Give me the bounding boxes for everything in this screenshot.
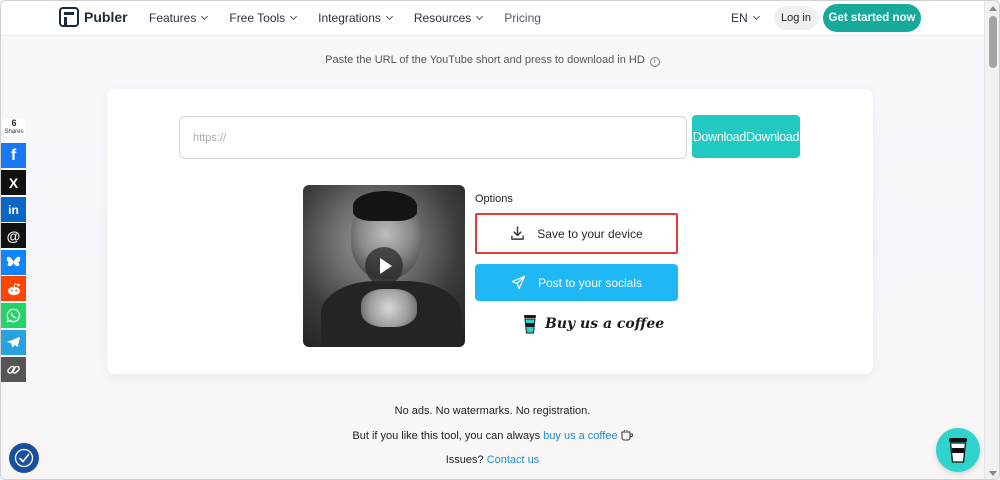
buy-coffee-link[interactable]: Buy us a coffee bbox=[523, 314, 664, 334]
whatsapp-icon bbox=[6, 308, 21, 323]
subtitle-text: Paste the URL of the YouTube short and p… bbox=[325, 54, 645, 66]
nav-pricing[interactable]: Pricing bbox=[504, 11, 541, 25]
chevron-down-icon bbox=[476, 12, 484, 21]
facebook-icon: f bbox=[10, 146, 17, 164]
save-to-device-button[interactable]: Save to your device bbox=[475, 213, 678, 254]
thumbnail-figure-hair bbox=[353, 191, 417, 221]
scroll-thumb[interactable] bbox=[989, 16, 997, 68]
nav-pricing-label: Pricing bbox=[504, 11, 541, 25]
x-icon: X bbox=[8, 174, 19, 191]
coffee-cup-icon bbox=[523, 314, 537, 334]
telegram-share-button[interactable] bbox=[1, 330, 26, 355]
top-navbar: Publer Features Free Tools Integrations … bbox=[1, 1, 984, 36]
thumbnail-figure-hands bbox=[361, 289, 417, 327]
buy-coffee-text-link[interactable]: buy us a coffee bbox=[543, 430, 617, 442]
url-input[interactable] bbox=[179, 116, 687, 159]
features-line: No ads. No watermarks. No registration. bbox=[394, 405, 591, 417]
chevron-down-icon bbox=[385, 12, 393, 21]
publer-logo[interactable]: Publer bbox=[59, 7, 128, 27]
whatsapp-share-button[interactable] bbox=[1, 303, 26, 328]
play-button[interactable] bbox=[365, 247, 403, 285]
share-counter: 6 Shares bbox=[3, 118, 25, 136]
nav-resources[interactable]: Resources bbox=[413, 11, 484, 25]
download-button[interactable]: DownloadDownload bbox=[692, 115, 800, 158]
post-to-socials-button[interactable]: Post to your socials bbox=[475, 264, 678, 301]
reddit-share-button[interactable] bbox=[1, 276, 26, 301]
nav-integrations[interactable]: Integrations bbox=[318, 11, 393, 25]
post-to-socials-label: Post to your socials bbox=[537, 275, 643, 290]
bluesky-share-button[interactable] bbox=[1, 250, 26, 275]
scroll-up-arrow-icon[interactable] bbox=[989, 6, 997, 11]
x-share-button[interactable]: X bbox=[1, 170, 26, 195]
link-icon bbox=[6, 362, 21, 377]
publer-logo-icon bbox=[59, 7, 79, 27]
main-nav: Features Free Tools Integrations Resourc… bbox=[149, 11, 563, 25]
support-line-text: But if you like this tool, you can alway… bbox=[352, 430, 541, 442]
get-started-button[interactable]: Get started now bbox=[823, 4, 921, 32]
buy-coffee-floating-button[interactable] bbox=[936, 428, 980, 472]
browser-page: Publer Features Free Tools Integrations … bbox=[0, 0, 1000, 480]
facebook-share-button[interactable]: f bbox=[1, 143, 26, 168]
buy-coffee-label: Buy us a coffee bbox=[545, 316, 665, 332]
nav-free-tools-label: Free Tools bbox=[229, 11, 286, 25]
nav-free-tools[interactable]: Free Tools bbox=[229, 11, 298, 25]
share-count: 6 bbox=[11, 118, 17, 128]
save-to-device-label: Save to your device bbox=[537, 226, 643, 241]
downloader-card: DownloadDownload Options Save to your de… bbox=[107, 89, 873, 374]
video-thumbnail[interactable] bbox=[303, 185, 465, 347]
accessibility-button[interactable] bbox=[9, 443, 39, 473]
login-button[interactable]: Log in bbox=[774, 6, 818, 30]
linkedin-icon: in bbox=[8, 202, 19, 217]
reddit-icon bbox=[6, 282, 22, 296]
issues-line: Issues? Contact us bbox=[1, 454, 984, 466]
nav-features-label: Features bbox=[149, 11, 197, 25]
threads-share-button[interactable]: @ bbox=[1, 223, 26, 248]
options-heading: Options bbox=[475, 193, 513, 205]
copy-link-share-button[interactable] bbox=[1, 357, 26, 382]
support-line: But if you like this tool, you can alway… bbox=[1, 430, 984, 442]
chevron-down-icon bbox=[752, 12, 760, 21]
issues-text: Issues? bbox=[445, 454, 484, 466]
info-icon[interactable]: i bbox=[649, 57, 660, 67]
scroll-down-arrow-icon[interactable] bbox=[989, 471, 997, 476]
page-subtitle: Paste the URL of the YouTube short and p… bbox=[1, 54, 984, 67]
language-label: EN bbox=[731, 11, 748, 25]
nav-integrations-label: Integrations bbox=[318, 11, 381, 25]
page-scrollbar[interactable] bbox=[984, 1, 999, 479]
language-selector[interactable]: EN bbox=[731, 11, 760, 25]
download-icon bbox=[510, 226, 525, 241]
linkedin-share-button[interactable]: in bbox=[1, 197, 26, 222]
threads-icon: @ bbox=[6, 227, 21, 244]
bluesky-icon bbox=[6, 256, 21, 269]
send-icon bbox=[511, 275, 526, 290]
telegram-icon bbox=[6, 336, 21, 349]
nav-resources-label: Resources bbox=[413, 11, 472, 25]
accessibility-icon bbox=[14, 448, 34, 468]
brand-name: Publer bbox=[84, 9, 128, 25]
chevron-down-icon bbox=[290, 12, 298, 21]
play-icon bbox=[379, 258, 392, 274]
coffee-mug-icon bbox=[621, 430, 633, 441]
nav-features[interactable]: Features bbox=[149, 11, 209, 25]
coffee-cup-icon bbox=[948, 437, 968, 463]
contact-us-link[interactable]: Contact us bbox=[487, 454, 540, 466]
share-label: Shares bbox=[4, 129, 24, 135]
chevron-down-icon bbox=[201, 12, 209, 21]
